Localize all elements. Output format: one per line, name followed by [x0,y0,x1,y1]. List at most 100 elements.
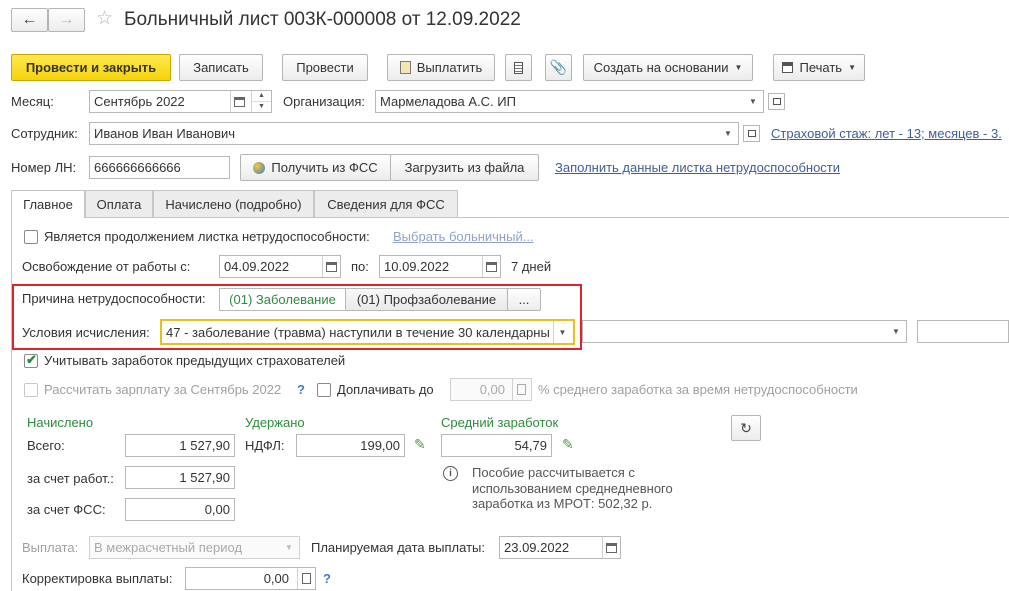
calculator-icon [302,573,311,584]
post-button[interactable]: Провести [282,54,368,81]
reason-option-disease[interactable]: (01) Заболевание [219,288,346,311]
correction-help-icon[interactable]: ? [323,571,331,586]
total-field[interactable]: 1 527,90 [125,434,235,457]
extra-pay-checkbox[interactable] [317,383,331,397]
days-count: 7 дней [511,259,552,274]
load-from-file-button[interactable]: Загрузить из файла [390,154,539,181]
organization-dropdown-button[interactable]: ▼ [744,91,762,112]
spin-up-icon[interactable]: ▲ [252,91,271,101]
save-button[interactable]: Записать [179,54,263,81]
conditions-extra-field[interactable] [582,320,907,343]
release-from-value: 04.09.2022 [224,259,290,274]
tab-payment[interactable]: Оплата [85,190,153,217]
dropdown-arrow-icon: ▼ [749,97,757,106]
payout-value: В межрасчетный период [94,540,243,555]
average-edit-pencil-icon[interactable]: ✎ [562,436,574,453]
print-button[interactable]: Печать ▼ [773,54,865,81]
release-from-calendar-button[interactable] [322,256,340,277]
ndfl-label: НДФЛ: [245,438,285,453]
info-text-line-1: Пособие рассчитывается с [472,465,635,480]
tab-accrued-detailed[interactable]: Начислено (подробно) [153,190,314,217]
release-to-label: по: [351,259,369,274]
refresh-button[interactable]: ↻ [731,415,761,441]
ln-number-label: Номер ЛН: [11,160,77,175]
pay-button[interactable]: Выплатить [387,54,495,81]
planned-date-calendar-button[interactable] [602,537,620,558]
ln-number-field[interactable]: 666666666666 [89,156,230,179]
conditions-label: Условия исчисления: [22,325,150,340]
employee-open-button[interactable] [743,125,760,142]
planned-date-label: Планируемая дата выплаты: [311,540,485,555]
release-to-calendar-button[interactable] [482,256,500,277]
conditions-field[interactable]: 47 - заболевание (травма) наступили в те… [160,319,575,345]
payout-label: Выплата: [22,540,79,555]
dropdown-arrow-icon: ▼ [558,327,567,337]
fss-field[interactable]: 0,00 [125,498,235,521]
correction-value: 0,00 [263,571,289,586]
correction-label: Корректировка выплаты: [22,571,173,586]
conditions-second-field[interactable] [917,320,1009,343]
organization-open-button[interactable] [768,93,785,110]
employer-field[interactable]: 1 527,90 [125,466,235,489]
pay-button-label: Выплатить [416,60,483,75]
report-button[interactable] [505,54,532,81]
create-based-on-label: Создать на основании [593,60,729,75]
ndfl-field[interactable]: 199,00 [296,434,405,457]
conditions-extra-dropdown-button[interactable]: ▼ [887,321,905,342]
reason-more-button[interactable]: ... [507,288,541,311]
info-text-line-2: использованием среднедневного [472,481,673,496]
payout-field[interactable]: В межрасчетный период [89,536,300,559]
attach-button[interactable]: 📎 [545,54,572,81]
printer-icon [782,62,794,73]
recalc-help-icon[interactable]: ? [297,382,305,397]
open-window-icon [747,130,756,137]
calculator-icon [517,384,526,395]
extra-pay-value: 0,00 [479,382,505,397]
employer-label: за счет работ.: [27,471,114,486]
employee-dropdown-button[interactable]: ▼ [719,123,737,144]
employee-field[interactable]: Иванов Иван Иванович [89,122,739,145]
get-from-fss-label: Получить из ФСС [271,160,378,175]
get-from-fss-button[interactable]: Получить из ФСС [240,154,391,181]
employee-label: Сотрудник: [11,126,78,141]
planned-date-value: 23.09.2022 [504,540,570,555]
correction-calc-button[interactable] [297,568,315,589]
recalc-salary-checkbox[interactable] [24,383,38,397]
release-from-label: Освобождение от работы с: [22,259,191,274]
post-and-close-button[interactable]: Провести и закрыть [11,54,171,81]
average-earnings-field[interactable]: 54,79 [441,434,552,457]
fill-sick-leave-data-link[interactable]: Заполнить данные листка нетрудоспособнос… [555,160,840,176]
employee-value: Иванов Иван Иванович [94,126,236,141]
forward-button[interactable]: → [48,8,85,32]
calendar-icon [234,96,245,107]
create-based-on-button[interactable]: Создать на основании ▼ [583,54,753,81]
pay-document-icon [399,61,411,74]
ndfl-edit-pencil-icon[interactable]: ✎ [414,436,426,453]
employer-value: 1 527,90 [179,470,230,485]
reason-option-occupational[interactable]: (01) Профзаболевание [346,288,508,311]
tab-panel-left-border [11,217,12,591]
month-spinner[interactable]: ▲ ▼ [251,91,271,112]
reason-option-disease-label: (01) Заболевание [229,292,336,307]
spin-down-icon[interactable]: ▼ [252,101,271,112]
back-button[interactable]: ← [11,8,48,32]
previous-insurers-checkbox[interactable]: ✔ [24,352,38,368]
reason-label: Причина нетрудоспособности: [22,291,206,306]
continuation-checkbox[interactable] [24,230,38,244]
choose-sick-leave-link[interactable]: Выбрать больничный... [393,229,534,245]
month-label: Месяц: [11,94,54,109]
release-to-value: 10.09.2022 [384,259,450,274]
tab-fss-info[interactable]: Сведения для ФСС [314,190,458,217]
month-calendar-button[interactable] [230,91,248,112]
tab-main[interactable]: Главное [11,190,85,218]
extra-pay-calc-button[interactable] [512,379,530,400]
ndfl-value: 199,00 [360,438,400,453]
organization-field[interactable]: Мармеладова А.С. ИП [375,90,764,113]
payout-dropdown-button[interactable]: ▼ [280,537,298,558]
favorite-star-icon[interactable]: ☆ [96,8,113,30]
arrow-left-icon: ← [21,11,38,28]
insurance-experience-link[interactable]: Страховой стаж: лет - 13; месяцев - 3. [771,126,1009,142]
average-earnings-value: 54,79 [514,438,547,453]
conditions-dropdown-button[interactable]: ▼ [553,321,571,343]
fss-globe-icon [253,161,266,174]
